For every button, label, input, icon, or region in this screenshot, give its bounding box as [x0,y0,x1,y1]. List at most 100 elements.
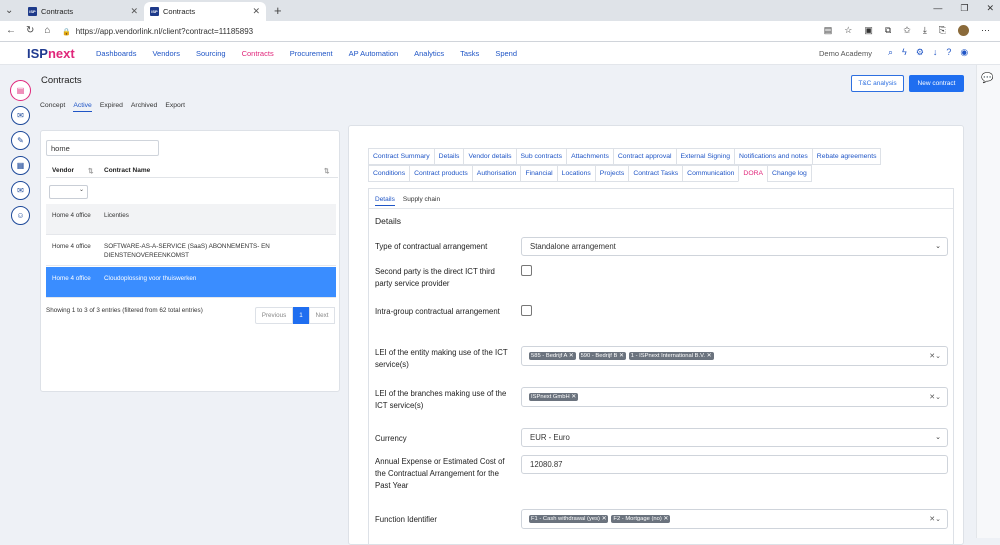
function-chip[interactable]: F2 - Mortgage (no) ✕ [611,515,671,523]
tab-change-log[interactable]: Change log [767,165,812,182]
tab-attachments[interactable]: Attachments [566,148,614,165]
subtab-details[interactable]: Details [375,196,395,206]
remove-chip-icon[interactable]: ✕ [602,516,607,522]
tab-locations[interactable]: Locations [556,165,596,182]
clear-chevron-icon[interactable]: ✕⌄ [929,515,941,523]
page-1-button[interactable]: 1 [293,307,309,324]
contracts-rail-icon[interactable]: ▤ [10,80,31,101]
function-multiselect[interactable]: F1 - Cash withdrawal (yes) ✕ F2 - Mortga… [521,509,948,529]
refresh-icon[interactable]: ↻ [26,25,34,36]
tab-details[interactable]: Details [433,148,465,165]
tab-actions-icon[interactable]: ⌄ [5,5,13,16]
tab-contract-products[interactable]: Contract products [409,165,473,182]
nav-ap-automation[interactable]: AP Automation [349,49,398,58]
tab-notifications[interactable]: Notifications and notes [734,148,813,165]
menu-dots-icon[interactable]: ⋯ [981,25,990,36]
table-row[interactable]: Home 4 office Licenties [46,204,336,235]
megaphone-rail-icon[interactable]: ✉ [11,106,30,125]
tab-archived[interactable]: Archived [131,102,157,112]
intra-group-checkbox[interactable] [521,305,532,316]
split-screen-icon[interactable]: ▣ [864,25,873,36]
ispnext-logo[interactable]: ISPnext [27,46,75,61]
tab-concept[interactable]: Concept [40,102,65,112]
collections-icon[interactable]: ⎘ [939,25,946,36]
new-contract-button[interactable]: New contract [909,75,964,92]
subtab-supply-chain[interactable]: Supply chain [403,196,440,206]
profile-avatar[interactable] [958,25,969,36]
tab-contract-summary[interactable]: Contract Summary [368,148,435,165]
tab-external-signing[interactable]: External Signing [675,148,736,165]
academy-label[interactable]: Demo Academy [819,49,872,58]
remove-chip-icon[interactable]: ✕ [569,353,574,359]
remove-chip-icon[interactable]: ✕ [663,516,668,522]
lei-entity-chip[interactable]: 585 - Bedrijf A ✕ [529,352,576,360]
table-row-selected[interactable]: Home 4 office Cloudoplossing voor thuisw… [46,267,336,298]
favorite-star-icon[interactable]: ☆ [844,25,852,36]
people-rail-icon[interactable]: ☺ [11,206,30,225]
function-chip[interactable]: F1 - Cash withdrawal (yes) ✕ [529,515,609,523]
tab-projects[interactable]: Projects [594,165,630,182]
tab-rebate-agreements[interactable]: Rebate agreements [811,148,882,165]
nav-contracts[interactable]: Contracts [242,49,274,58]
vendor-filter-select[interactable]: ⌄ [49,185,88,199]
next-button[interactable]: Next [309,307,335,324]
arrangement-select[interactable]: Standalone arrangement ⌄ [521,237,948,256]
reader-icon[interactable]: ▤ [824,25,833,36]
expense-input[interactable]: 12080.87 [521,455,948,474]
minimize-icon[interactable]: — [933,3,942,14]
gear-icon[interactable]: ⚙ [916,47,924,58]
url-field[interactable]: 🔒 https://app.vendorlink.nl/client?contr… [58,24,858,39]
tab-export[interactable]: Export [165,102,185,112]
help-icon[interactable]: ? [946,47,951,58]
second-party-checkbox[interactable] [521,265,532,276]
nav-procurement[interactable]: Procurement [290,49,333,58]
mail-rail-icon[interactable]: ✉ [11,181,30,200]
extensions-icon[interactable]: ⧉ [885,25,891,36]
user-icon[interactable]: ◉ [960,47,968,58]
page-scrollbar[interactable] [968,65,974,538]
maximize-icon[interactable]: ❐ [960,3,968,14]
tab-dora[interactable]: DORA [738,165,769,182]
lei-entity-multiselect[interactable]: 585 - Bedrijf A ✕ 590 - Bedrijf B ✕ 1 - … [521,346,948,366]
remove-chip-icon[interactable]: ✕ [707,353,712,359]
tab-communication[interactable]: Communication [682,165,740,182]
search-input[interactable]: home [46,140,159,156]
downloads-icon[interactable]: ⤓ [923,25,927,36]
back-icon[interactable]: ← [6,25,16,36]
lei-branch-chip[interactable]: ISPnext GmbH ✕ [529,393,579,401]
currency-select[interactable]: EUR - Euro ⌄ [521,428,948,447]
table-row[interactable]: Home 4 office SOFTWARE-AS-A-SERVICE (Saa… [46,235,336,266]
previous-button[interactable]: Previous [255,307,293,324]
close-tab-icon[interactable]: ✕ [252,6,260,17]
remove-chip-icon[interactable]: ✕ [571,394,576,400]
tab-financial[interactable]: Financial [520,165,558,182]
close-tab-icon[interactable]: ✕ [130,6,138,17]
new-tab-icon[interactable]: + [274,3,282,18]
chat-icon[interactable]: 💬 [981,73,993,84]
tab-active[interactable]: Active [73,102,92,112]
col-vendor[interactable]: Vendor [52,167,74,174]
tab-conditions[interactable]: Conditions [368,165,411,182]
nav-tasks[interactable]: Tasks [460,49,479,58]
nav-analytics[interactable]: Analytics [414,49,444,58]
tab-contract-tasks[interactable]: Contract Tasks [628,165,684,182]
browser-tab-1[interactable]: ISP Contracts ✕ [22,2,144,21]
edit-rail-icon[interactable]: ✎ [11,131,30,150]
lei-entity-chip[interactable]: 1 - ISPnext International B.V. ✕ [628,352,714,360]
lei-entity-chip[interactable]: 590 - Bedrijf B ✕ [578,352,626,360]
col-contract-name[interactable]: Contract Name [104,167,150,174]
clear-chevron-icon[interactable]: ✕⌄ [929,352,941,360]
browser-tab-2[interactable]: ISP Contracts ✕ [144,2,266,21]
tab-contract-approval[interactable]: Contract approval [612,148,677,165]
nav-dashboards[interactable]: Dashboards [96,49,136,58]
calendar-rail-icon[interactable]: ▦ [11,156,30,175]
clear-chevron-icon[interactable]: ✕⌄ [929,393,941,401]
nav-spend[interactable]: Spend [495,49,517,58]
nav-vendors[interactable]: Vendors [152,49,180,58]
tab-authorisation[interactable]: Authorisation [471,165,522,182]
tc-analysis-button[interactable]: T&C analysis [851,75,904,92]
download-icon[interactable]: ↓ [933,47,938,58]
remove-chip-icon[interactable]: ✕ [619,353,624,359]
favorites-icon[interactable]: ✩ [903,25,911,36]
nav-sourcing[interactable]: Sourcing [196,49,226,58]
